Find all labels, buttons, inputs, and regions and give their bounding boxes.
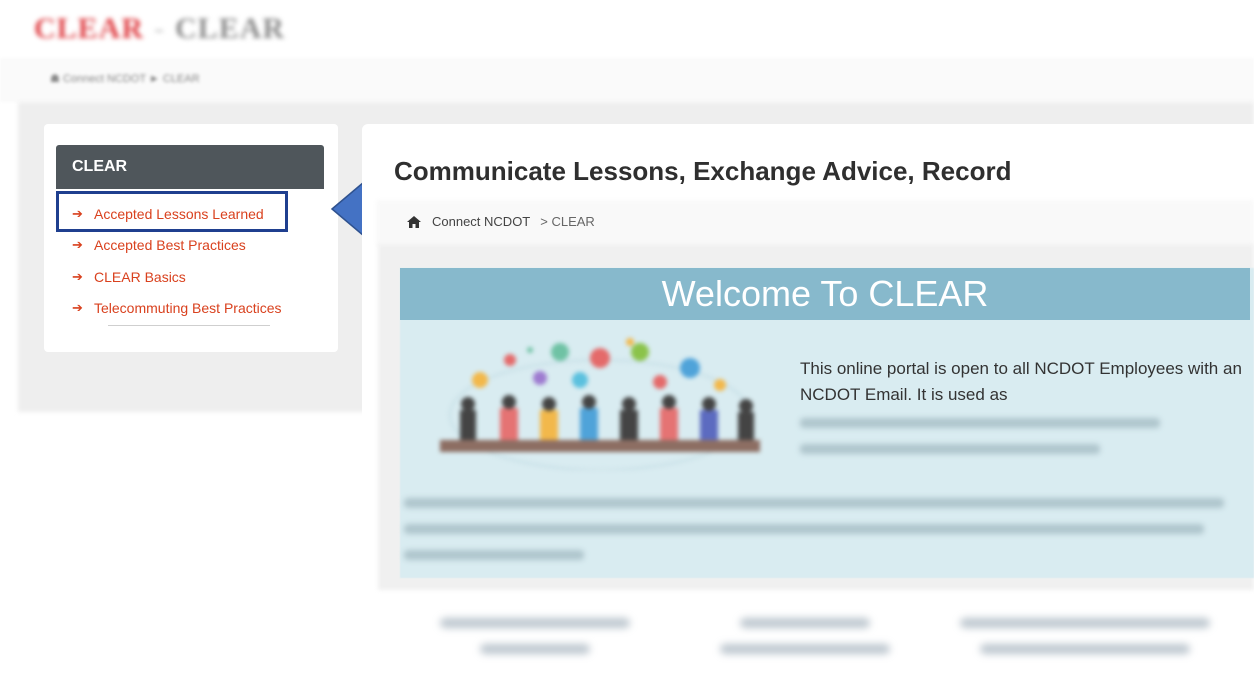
welcome-text: This online portal is open to all NCDOT …: [800, 359, 1242, 404]
arrow-right-icon: ➔: [72, 300, 83, 316]
sidebar-item-telecommuting-best-practices[interactable]: ➔ Telecommuting Best Practices: [72, 293, 282, 325]
breadcrumb: Connect NCDOT > CLEAR: [406, 214, 595, 229]
breadcrumb-home-link[interactable]: Connect NCDOT: [432, 214, 530, 229]
site-title-left: CLEAR: [34, 12, 145, 45]
breadcrumb-current: CLEAR: [551, 214, 595, 229]
sidebar-item-accepted-best-practices[interactable]: ➔ Accepted Best Practices: [72, 230, 282, 262]
sidebar-item-label[interactable]: Accepted Best Practices: [94, 237, 246, 253]
sidebar-item-label[interactable]: CLEAR Basics: [94, 269, 186, 285]
welcome-text-blurred: [800, 408, 1240, 478]
site-title[interactable]: CLEAR - CLEAR: [34, 12, 285, 46]
top-breadcrumb[interactable]: ☗ Connect NCDOT ► CLEAR: [50, 72, 200, 85]
site-title-right: CLEAR: [175, 12, 286, 45]
team-illustration: [440, 338, 760, 470]
page-title: Communicate Lessons, Exchange Advice, Re…: [394, 156, 1012, 186]
sidebar-item-label[interactable]: Telecommuting Best Practices: [94, 300, 282, 316]
bottom-links-blurred[interactable]: [420, 608, 1240, 678]
welcome-text-blurred-lines: [404, 482, 1240, 572]
welcome-heading: Welcome To CLEAR: [400, 268, 1250, 320]
sidebar-item-clear-basics[interactable]: ➔ CLEAR Basics: [72, 261, 282, 293]
sidebar-header: CLEAR: [56, 145, 324, 189]
home-icon[interactable]: [406, 215, 422, 229]
breadcrumb-separator: >: [540, 214, 548, 229]
home-icon[interactable]: ☗: [50, 73, 60, 85]
callout-highlight-box: [56, 191, 288, 232]
site-title-separator: -: [154, 12, 166, 45]
arrow-right-icon: ➔: [72, 237, 83, 253]
arrow-right-icon: ➔: [72, 268, 83, 284]
top-breadcrumb-text[interactable]: Connect NCDOT ► CLEAR: [63, 73, 200, 85]
sidebar-divider: [108, 325, 270, 326]
